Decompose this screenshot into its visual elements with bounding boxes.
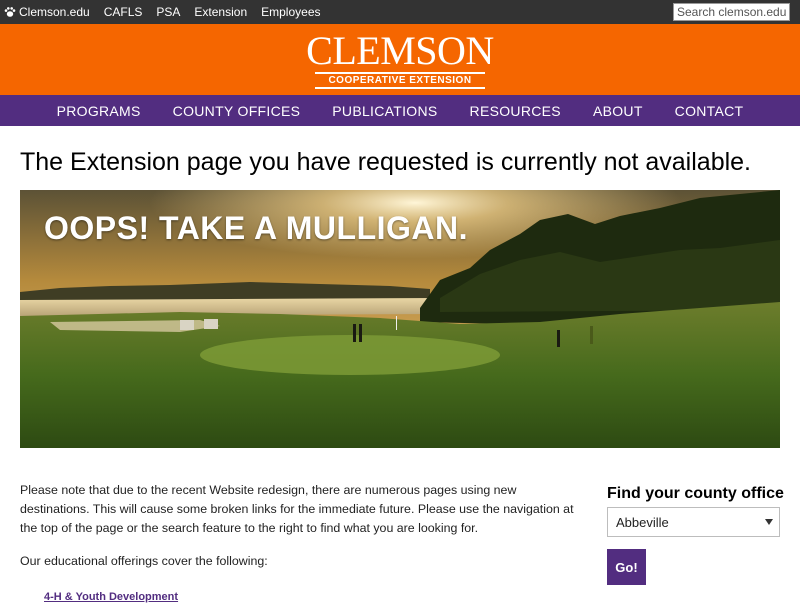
search-input[interactable] <box>673 3 790 21</box>
nav-item-resources[interactable]: RESOURCES <box>454 103 577 119</box>
nav-item-about[interactable]: ABOUT <box>577 103 659 119</box>
offerings-intro: Our educational offerings cover the foll… <box>20 554 268 568</box>
page-title: The Extension page you have requested is… <box>20 148 752 176</box>
redesign-notice: Please note that due to the recent Websi… <box>20 483 574 535</box>
hero-headline: OOPS! TAKE A MULLIGAN. <box>44 210 469 246</box>
county-select[interactable]: Abbeville <box>607 507 780 537</box>
nav-item-programs[interactable]: PROGRAMS <box>41 103 157 119</box>
logo-subtitle: COOPERATIVE EXTENSION <box>315 72 485 89</box>
clemson-extension-logo[interactable]: CLEMSON COOPERATIVE EXTENSION <box>298 28 502 89</box>
main-nav: PROGRAMS COUNTY OFFICES PUBLICATIONS RES… <box>0 95 800 126</box>
nav-item-county-offices[interactable]: COUNTY OFFICES <box>157 103 317 119</box>
utility-links: Clemson.edu CAFLS PSA Extension Employee… <box>4 0 335 24</box>
utility-link-clemson[interactable]: Clemson.edu <box>4 0 90 24</box>
offering-link-4h[interactable]: 4-H & Youth Development <box>44 591 178 603</box>
county-select-value: Abbeville <box>616 514 669 530</box>
nav-item-contact[interactable]: CONTACT <box>659 103 760 119</box>
hero-banner: OOPS! TAKE A MULLIGAN. <box>20 190 780 448</box>
chevron-down-icon <box>765 519 773 525</box>
utility-link-employees[interactable]: Employees <box>261 0 320 24</box>
brand-header: CLEMSON COOPERATIVE EXTENSION <box>0 24 800 95</box>
utility-link-extension[interactable]: Extension <box>194 0 247 24</box>
utility-link-cafls[interactable]: CAFLS <box>104 0 143 24</box>
nav-item-publications[interactable]: PUBLICATIONS <box>316 103 453 119</box>
utility-bar: Clemson.edu CAFLS PSA Extension Employee… <box>0 0 800 24</box>
utility-link-psa[interactable]: PSA <box>156 0 180 24</box>
tiger-paw-icon <box>4 7 16 17</box>
utility-link-label: Clemson.edu <box>19 5 90 19</box>
logo-wordmark: CLEMSON <box>306 28 494 73</box>
go-button[interactable]: Go! <box>607 549 646 585</box>
county-finder-title: Find your county office <box>607 485 784 502</box>
